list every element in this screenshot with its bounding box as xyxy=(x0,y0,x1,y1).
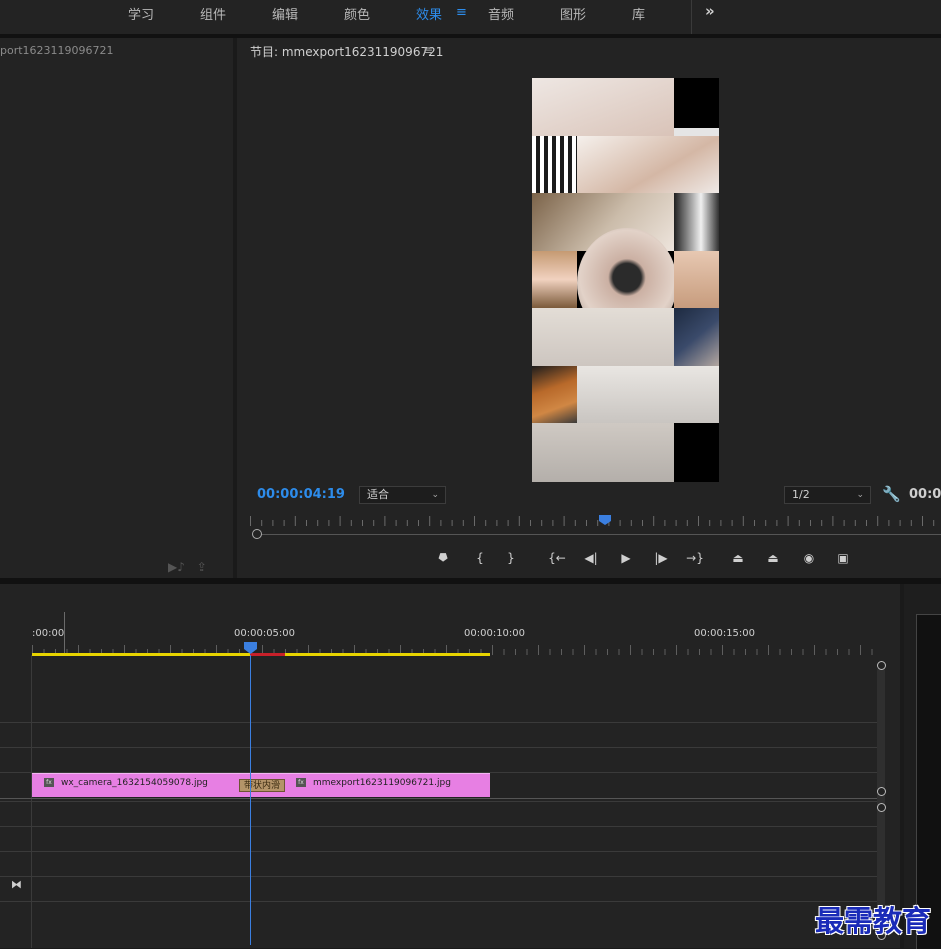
playhead-line xyxy=(250,655,251,945)
tab-effects[interactable]: 效果 xyxy=(416,4,442,23)
timeline-playhead[interactable] xyxy=(244,642,257,654)
fit-zoom-value: 适合 xyxy=(367,488,389,501)
track-divider xyxy=(0,876,877,877)
scrollbar-handle[interactable] xyxy=(877,803,886,812)
camera-icon: ◉ xyxy=(803,551,815,565)
scrollbar-handle[interactable] xyxy=(877,661,886,670)
tab-learn[interactable]: 学习 xyxy=(128,4,154,23)
step-forward-icon: |▶ xyxy=(654,551,668,565)
mark-in-icon: { xyxy=(476,551,484,565)
video-audio-divider xyxy=(0,798,877,799)
sequence-duration: 00:00 xyxy=(909,487,941,502)
clip-name: mmexport1623119096721.jpg xyxy=(313,778,451,788)
tab-editing[interactable]: 编辑 xyxy=(272,4,298,23)
overflow-chevron-icon[interactable]: » xyxy=(705,2,715,20)
chevron-down-icon: ⌄ xyxy=(431,490,439,500)
lift-button[interactable]: ⏏ xyxy=(727,548,749,568)
program-playhead-marker[interactable] xyxy=(599,515,611,525)
track-divider xyxy=(0,826,877,827)
program-monitor-title[interactable]: 节目: mmexport1623119096721 xyxy=(250,43,443,60)
track-divider xyxy=(0,747,877,748)
go-to-in-button[interactable]: {← xyxy=(546,548,568,568)
fx-badge: fx xyxy=(44,778,54,787)
play-icon: ▶ xyxy=(621,551,631,565)
source-panel-icons: ▶♪ ⇪ xyxy=(168,560,207,574)
extract-button[interactable]: ⏏ xyxy=(762,548,784,568)
mark-out-icon: } xyxy=(507,551,515,565)
program-video-frame[interactable] xyxy=(532,78,719,482)
play-button[interactable]: ▶ xyxy=(615,548,637,568)
tab-libraries[interactable]: 库 xyxy=(632,4,645,23)
video-clip[interactable]: fx mmexport1623119096721.jpg xyxy=(253,773,490,797)
playback-resolution-dropdown[interactable]: 1/2 ⌄ xyxy=(784,486,871,504)
add-marker-button[interactable]: ⯂ xyxy=(431,548,453,568)
track-divider xyxy=(0,722,877,723)
export-frame-button[interactable]: ◉ xyxy=(798,548,820,568)
track-divider xyxy=(0,901,877,902)
track-divider xyxy=(0,851,877,852)
compare-icon: ▣ xyxy=(837,551,849,565)
go-to-in-icon: {← xyxy=(548,551,566,565)
transition-block[interactable]: 带状内滑 xyxy=(239,779,285,792)
program-time-ruler[interactable] xyxy=(250,514,941,526)
tab-graphics[interactable]: 图形 xyxy=(560,4,586,23)
lift-icon: ⏏ xyxy=(732,551,744,565)
go-to-out-button[interactable]: →} xyxy=(684,548,706,568)
ruler-label: 00:00:10:00 xyxy=(464,628,526,639)
source-monitor-title[interactable]: port1623119096721 xyxy=(0,44,114,57)
chevron-down-icon: ⌄ xyxy=(856,490,864,500)
step-forward-button[interactable]: |▶ xyxy=(650,548,672,568)
wrench-icon[interactable]: 🔧 xyxy=(882,485,901,503)
compare-view-button[interactable]: ▣ xyxy=(832,548,854,568)
source-monitor-panel xyxy=(0,38,233,578)
panel-menu-icon[interactable]: ≡ xyxy=(423,43,433,57)
scrollbar-handle[interactable] xyxy=(252,529,262,539)
program-zoom-scrollbar[interactable] xyxy=(257,534,941,535)
playhead-timecode[interactable]: 00:00:04:19 xyxy=(257,487,345,502)
fx-badge: fx xyxy=(296,778,306,787)
ruler-label: 00:00:05:00 xyxy=(234,628,296,639)
tab-assembly[interactable]: 组件 xyxy=(200,4,226,23)
step-back-icon: ◀| xyxy=(584,551,598,565)
vertical-scrollbar[interactable] xyxy=(877,667,885,937)
snap-icon[interactable]: ⧓ xyxy=(11,878,22,891)
marker-icon: ⯂ xyxy=(437,551,447,565)
playback-resolution-value: 1/2 xyxy=(792,488,810,501)
ruler-label: :00:00 xyxy=(32,628,65,639)
divider xyxy=(691,0,692,34)
go-to-out-icon: →} xyxy=(686,551,704,565)
audio-insert-icon[interactable]: ▶♪ xyxy=(168,560,185,574)
tab-audio[interactable]: 音频 xyxy=(488,4,514,23)
watermark-logo: 最需教育 xyxy=(815,904,932,938)
hamburger-icon[interactable]: ≡ xyxy=(456,5,467,20)
timeline-panel xyxy=(0,584,900,948)
extract-icon: ⏏ xyxy=(767,551,779,565)
mark-out-button[interactable]: } xyxy=(500,548,522,568)
fit-zoom-dropdown[interactable]: 适合 ⌄ xyxy=(359,486,446,504)
export-icon[interactable]: ⇪ xyxy=(197,560,207,574)
scrollbar-handle[interactable] xyxy=(877,787,886,796)
track-divider xyxy=(0,801,877,802)
mark-in-button[interactable]: { xyxy=(469,548,491,568)
tab-color[interactable]: 颜色 xyxy=(344,4,370,23)
ruler-label: 00:00:15:00 xyxy=(694,628,756,639)
step-back-button[interactable]: ◀| xyxy=(580,548,602,568)
clip-name: wx_camera_1632154059078.jpg xyxy=(61,778,208,788)
video-clip[interactable]: fx wx_camera_1632154059078.jpg xyxy=(32,773,253,797)
